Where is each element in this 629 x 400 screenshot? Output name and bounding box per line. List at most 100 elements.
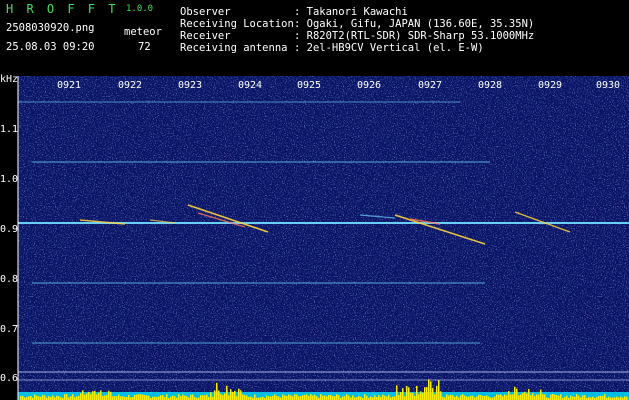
amplitude-bar (84, 394, 86, 400)
amplitude-bar (388, 394, 390, 400)
amplitude-bar (72, 394, 74, 400)
amplitude-bar (578, 395, 580, 400)
amplitude-bar (398, 395, 400, 400)
amplitude-bar (520, 394, 522, 400)
amplitude-bar (480, 395, 482, 400)
amplitude-bar (484, 395, 486, 400)
time-tick-0923: 0923 (178, 80, 203, 91)
amplitude-bar (186, 396, 188, 400)
amplitude-bar (90, 394, 92, 400)
amplitude-bar (66, 394, 68, 400)
amplitude-bar (52, 395, 54, 400)
amplitude-bar (48, 396, 50, 400)
amplitude-bar (146, 395, 148, 400)
amplitude-bar (532, 393, 534, 400)
amplitude-bar (468, 396, 470, 400)
amplitude-bar (624, 396, 626, 400)
field-label-location: Receiving Location (180, 18, 294, 30)
noise-layer (18, 76, 629, 400)
amplitude-bar (202, 395, 204, 400)
field-label-receiver: Receiver (180, 30, 231, 42)
amplitude-bar (86, 393, 88, 400)
amplitude-bar (204, 395, 206, 400)
amplitude-bar (536, 394, 538, 400)
amplitude-bar (608, 396, 610, 400)
amplitude-bar (236, 396, 238, 400)
amplitude-bar (80, 393, 82, 400)
amplitude-bar (598, 396, 600, 400)
amplitude-bar (304, 394, 306, 400)
amplitude-bar (114, 396, 116, 400)
amplitude-bar (522, 392, 524, 400)
amplitude-bar (162, 395, 164, 400)
amplitude-bar (336, 394, 338, 400)
amplitude-bar (310, 394, 312, 400)
amplitude-bar (342, 396, 344, 400)
amplitude-bar (142, 394, 144, 400)
amplitude-bar (412, 392, 414, 400)
time-tick-0927: 0927 (418, 80, 443, 91)
amplitude-bar (56, 395, 58, 400)
amplitude-bar (534, 396, 536, 400)
amplitude-bar (70, 396, 72, 400)
time-tick-0924: 0924 (238, 80, 263, 91)
time-tick-0926: 0926 (357, 80, 382, 91)
amplitude-bar (234, 390, 236, 400)
amplitude-bar (404, 396, 406, 400)
amplitude-bar (220, 393, 222, 400)
amplitude-bar (470, 395, 472, 400)
amplitude-bar (278, 396, 280, 400)
amplitude-bar (544, 394, 546, 400)
amplitude-bar (244, 395, 246, 400)
amplitude-bar (192, 394, 194, 400)
amplitude-bar (148, 395, 150, 400)
freq-tick-0-8: 0.8 (0, 274, 19, 285)
amplitude-bar (270, 396, 272, 400)
amplitude-bar (526, 393, 528, 400)
amplitude-bar (448, 395, 450, 400)
amplitude-bar (516, 388, 518, 400)
amplitude-bar (530, 395, 532, 400)
amplitude-bar (366, 395, 368, 400)
amplitude-bar (476, 396, 478, 400)
amplitude-bar (552, 394, 554, 400)
amplitude-bar (92, 391, 94, 400)
amplitude-bar (460, 395, 462, 400)
amplitude-bar (128, 395, 130, 400)
amplitude-bar (436, 385, 438, 400)
amplitude-bar (338, 395, 340, 400)
amplitude-bar (466, 396, 468, 400)
amplitude-bar (584, 395, 586, 400)
amplitude-bar (36, 395, 38, 400)
amplitude-bar (392, 396, 394, 400)
meteor-count: 72 (138, 41, 151, 53)
amplitude-bar (424, 387, 426, 400)
amplitude-bar (218, 390, 220, 400)
amplitude-bar (320, 394, 322, 400)
amplitude-bar (268, 396, 270, 400)
amplitude-bar (512, 394, 514, 400)
time-tick-0921: 0921 (57, 80, 82, 91)
time-tick-0930: 0930 (596, 80, 621, 91)
amplitude-bar (312, 395, 314, 400)
amplitude-bar (452, 395, 454, 400)
amplitude-bar (104, 395, 106, 400)
time-tick-0925: 0925 (297, 80, 322, 91)
amplitude-bar (420, 391, 422, 400)
amplitude-bar (384, 395, 386, 400)
amplitude-bar (190, 394, 192, 400)
amplitude-bar (160, 395, 162, 400)
amplitude-bar (38, 396, 40, 400)
amplitude-bar (116, 396, 118, 400)
amplitude-bar (34, 394, 36, 400)
time-tick-0929: 0929 (538, 80, 563, 91)
amplitude-bar (306, 394, 308, 400)
amplitude-bar (558, 395, 560, 400)
amplitude-bar (308, 395, 310, 400)
amplitude-bar (224, 393, 226, 400)
amplitude-bar (324, 395, 326, 400)
freq-tick-1-1: 1.1 (0, 124, 19, 135)
amplitude-bar (226, 385, 228, 400)
amplitude-bar (108, 390, 110, 400)
amplitude-bar (266, 395, 268, 400)
